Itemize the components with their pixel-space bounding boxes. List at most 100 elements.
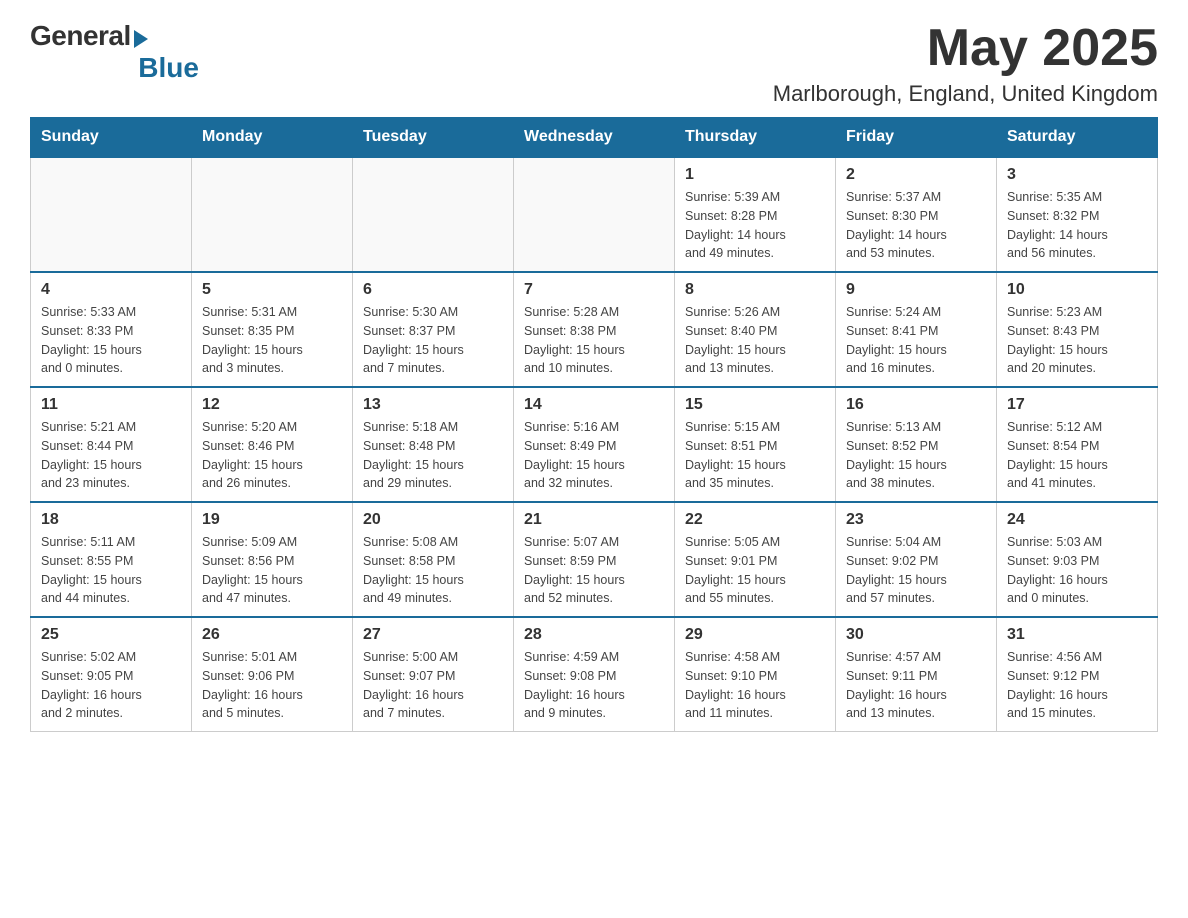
calendar-cell: 30 Sunrise: 4:57 AMSunset: 9:11 PMDayligh… xyxy=(836,617,997,732)
day-info: Sunrise: 5:26 AMSunset: 8:40 PMDaylight:… xyxy=(685,303,825,378)
day-info: Sunrise: 5:33 AMSunset: 8:33 PMDaylight:… xyxy=(41,303,181,378)
calendar-table: SundayMondayTuesdayWednesdayThursdayFrid… xyxy=(30,117,1158,732)
calendar-cell: 27 Sunrise: 5:00 AMSunset: 9:07 PMDayligh… xyxy=(353,617,514,732)
day-number: 27 xyxy=(363,626,503,644)
calendar-week-row: 18Sunrise: 5:11 AMSunset: 8:55 PMDayligh… xyxy=(31,502,1158,617)
calendar-header-sunday: Sunday xyxy=(31,118,192,158)
calendar-cell: 25 Sunrise: 5:02 AMSunset: 9:05 PMDayligh… xyxy=(31,617,192,732)
calendar-cell: 10Sunrise: 5:23 AMSunset: 8:43 PMDayligh… xyxy=(997,272,1158,387)
calendar-cell: 19Sunrise: 5:09 AMSunset: 8:56 PMDayligh… xyxy=(192,502,353,617)
calendar-cell: 8 Sunrise: 5:26 AMSunset: 8:40 PMDaylight… xyxy=(675,272,836,387)
calendar-cell: 26Sunrise: 5:01 AMSunset: 9:06 PMDayligh… xyxy=(192,617,353,732)
day-number: 15 xyxy=(685,396,825,414)
logo-blue-text: Blue xyxy=(138,52,199,84)
calendar-cell: 9 Sunrise: 5:24 AMSunset: 8:41 PMDaylight… xyxy=(836,272,997,387)
calendar-cell: 14 Sunrise: 5:16 AMSunset: 8:49 PMDayligh… xyxy=(514,387,675,502)
day-info: Sunrise: 5:03 AMSunset: 9:03 PMDaylight:… xyxy=(1007,533,1147,608)
calendar-cell: 13 Sunrise: 5:18 AMSunset: 8:48 PMDayligh… xyxy=(353,387,514,502)
calendar-cell: 3 Sunrise: 5:35 AMSunset: 8:32 PMDaylight… xyxy=(997,157,1158,272)
day-number: 9 xyxy=(846,281,986,299)
day-number: 3 xyxy=(1007,166,1147,184)
calendar-week-row: 4Sunrise: 5:33 AMSunset: 8:33 PMDaylight… xyxy=(31,272,1158,387)
calendar-week-row: 11 Sunrise: 5:21 AMSunset: 8:44 PMDayligh… xyxy=(31,387,1158,502)
day-info: Sunrise: 5:00 AMSunset: 9:07 PMDaylight:… xyxy=(363,648,503,723)
title-block: May 2025 Marlborough, England, United Ki… xyxy=(773,20,1158,107)
calendar-header-friday: Friday xyxy=(836,118,997,158)
day-number: 17 xyxy=(1007,396,1147,414)
day-info: Sunrise: 5:18 AMSunset: 8:48 PMDaylight:… xyxy=(363,418,503,493)
calendar-cell: 15 Sunrise: 5:15 AMSunset: 8:51 PMDayligh… xyxy=(675,387,836,502)
calendar-cell: 29 Sunrise: 4:58 AMSunset: 9:10 PMDayligh… xyxy=(675,617,836,732)
day-info: Sunrise: 5:39 AMSunset: 8:28 PMDaylight:… xyxy=(685,188,825,263)
day-number: 13 xyxy=(363,396,503,414)
calendar-cell xyxy=(353,157,514,272)
day-number: 25 xyxy=(41,626,181,644)
day-number: 16 xyxy=(846,396,986,414)
calendar-cell: 1Sunrise: 5:39 AMSunset: 8:28 PMDaylight… xyxy=(675,157,836,272)
day-number: 19 xyxy=(202,511,342,529)
day-number: 26 xyxy=(202,626,342,644)
day-info: Sunrise: 5:21 AMSunset: 8:44 PMDaylight:… xyxy=(41,418,181,493)
calendar-cell xyxy=(192,157,353,272)
calendar-cell: 4Sunrise: 5:33 AMSunset: 8:33 PMDaylight… xyxy=(31,272,192,387)
day-info: Sunrise: 5:02 AMSunset: 9:05 PMDaylight:… xyxy=(41,648,181,723)
day-number: 20 xyxy=(363,511,503,529)
day-number: 6 xyxy=(363,281,503,299)
calendar-cell: 5Sunrise: 5:31 AMSunset: 8:35 PMDaylight… xyxy=(192,272,353,387)
day-number: 12 xyxy=(202,396,342,414)
calendar-cell xyxy=(31,157,192,272)
day-number: 8 xyxy=(685,281,825,299)
calendar-cell: 20 Sunrise: 5:08 AMSunset: 8:58 PMDayligh… xyxy=(353,502,514,617)
month-title: May 2025 xyxy=(773,20,1158,77)
day-info: Sunrise: 5:30 AMSunset: 8:37 PMDaylight:… xyxy=(363,303,503,378)
day-number: 21 xyxy=(524,511,664,529)
day-info: Sunrise: 5:08 AMSunset: 8:58 PMDaylight:… xyxy=(363,533,503,608)
day-number: 5 xyxy=(202,281,342,299)
day-info: Sunrise: 4:59 AMSunset: 9:08 PMDaylight:… xyxy=(524,648,664,723)
day-info: Sunrise: 5:07 AMSunset: 8:59 PMDaylight:… xyxy=(524,533,664,608)
day-info: Sunrise: 5:35 AMSunset: 8:32 PMDaylight:… xyxy=(1007,188,1147,263)
day-info: Sunrise: 5:12 AMSunset: 8:54 PMDaylight:… xyxy=(1007,418,1147,493)
day-info: Sunrise: 5:15 AMSunset: 8:51 PMDaylight:… xyxy=(685,418,825,493)
location-title: Marlborough, England, United Kingdom xyxy=(773,81,1158,107)
day-number: 14 xyxy=(524,396,664,414)
day-info: Sunrise: 5:11 AMSunset: 8:55 PMDaylight:… xyxy=(41,533,181,608)
day-info: Sunrise: 5:13 AMSunset: 8:52 PMDaylight:… xyxy=(846,418,986,493)
day-number: 28 xyxy=(524,626,664,644)
calendar-cell: 12 Sunrise: 5:20 AMSunset: 8:46 PMDayligh… xyxy=(192,387,353,502)
page-header: General General Blue May 2025 Marlboroug… xyxy=(30,20,1158,107)
day-info: Sunrise: 5:04 AMSunset: 9:02 PMDaylight:… xyxy=(846,533,986,608)
calendar-cell: 22Sunrise: 5:05 AMSunset: 9:01 PMDayligh… xyxy=(675,502,836,617)
day-info: Sunrise: 4:58 AMSunset: 9:10 PMDaylight:… xyxy=(685,648,825,723)
calendar-cell: 11 Sunrise: 5:21 AMSunset: 8:44 PMDayligh… xyxy=(31,387,192,502)
calendar-cell: 18Sunrise: 5:11 AMSunset: 8:55 PMDayligh… xyxy=(31,502,192,617)
calendar-header-wednesday: Wednesday xyxy=(514,118,675,158)
calendar-cell: 23Sunrise: 5:04 AMSunset: 9:02 PMDayligh… xyxy=(836,502,997,617)
day-number: 10 xyxy=(1007,281,1147,299)
day-info: Sunrise: 5:20 AMSunset: 8:46 PMDaylight:… xyxy=(202,418,342,493)
calendar-cell: 7Sunrise: 5:28 AMSunset: 8:38 PMDaylight… xyxy=(514,272,675,387)
calendar-cell: 6 Sunrise: 5:30 AMSunset: 8:37 PMDaylight… xyxy=(353,272,514,387)
day-info: Sunrise: 5:24 AMSunset: 8:41 PMDaylight:… xyxy=(846,303,986,378)
calendar-week-row: 1Sunrise: 5:39 AMSunset: 8:28 PMDaylight… xyxy=(31,157,1158,272)
calendar-cell: 16 Sunrise: 5:13 AMSunset: 8:52 PMDayligh… xyxy=(836,387,997,502)
day-info: Sunrise: 5:16 AMSunset: 8:49 PMDaylight:… xyxy=(524,418,664,493)
calendar-week-row: 25 Sunrise: 5:02 AMSunset: 9:05 PMDayligh… xyxy=(31,617,1158,732)
calendar-cell xyxy=(514,157,675,272)
day-info: Sunrise: 5:28 AMSunset: 8:38 PMDaylight:… xyxy=(524,303,664,378)
calendar-header-saturday: Saturday xyxy=(997,118,1158,158)
logo-general-text: General xyxy=(30,20,131,52)
day-number: 31 xyxy=(1007,626,1147,644)
day-number: 11 xyxy=(41,396,181,414)
day-number: 29 xyxy=(685,626,825,644)
day-info: Sunrise: 4:57 AMSunset: 9:11 PMDaylight:… xyxy=(846,648,986,723)
calendar-header-tuesday: Tuesday xyxy=(353,118,514,158)
calendar-cell: 31 Sunrise: 4:56 AMSunset: 9:12 PMDayligh… xyxy=(997,617,1158,732)
day-number: 2 xyxy=(846,166,986,184)
day-number: 22 xyxy=(685,511,825,529)
calendar-header-thursday: Thursday xyxy=(675,118,836,158)
day-info: Sunrise: 4:56 AMSunset: 9:12 PMDaylight:… xyxy=(1007,648,1147,723)
day-number: 30 xyxy=(846,626,986,644)
logo: General General Blue xyxy=(30,20,199,84)
logo-arrow-icon xyxy=(134,30,148,48)
